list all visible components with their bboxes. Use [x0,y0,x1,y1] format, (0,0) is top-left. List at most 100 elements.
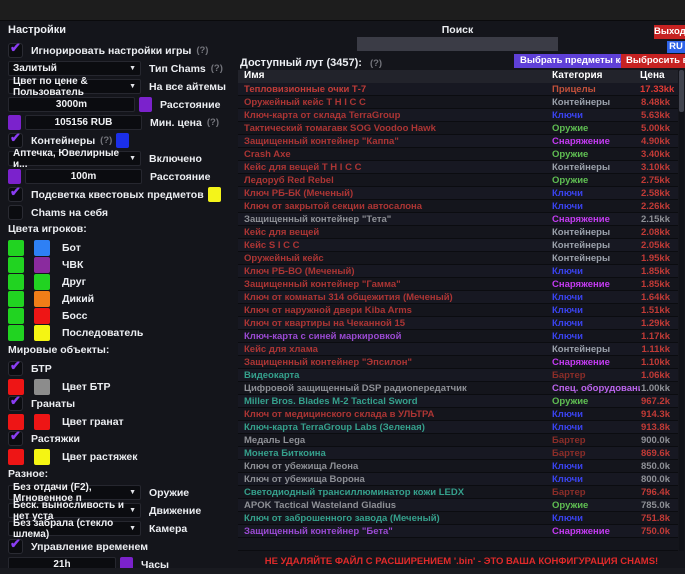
loot-row[interactable]: Защищенный контейнер "Каппа"Снаряжение4.… [238,135,678,148]
color-swatch-btr-color-2[interactable] [34,379,50,395]
loot-item-category: Контейнеры [552,253,640,264]
column-header-name[interactable]: Имя [238,70,552,83]
sidebar-row-bot: Бот [8,240,236,256]
color-swatch-tripwire-color-2[interactable] [34,449,50,465]
color-swatch-pmc-1[interactable] [8,257,24,273]
value-field-loot-distance[interactable]: 100m [25,169,142,184]
language-button[interactable]: RU [667,41,685,53]
color-swatch-quest-highlight[interactable] [208,187,221,202]
label-movement: Движение [149,505,201,517]
color-swatch-scav-1[interactable] [8,291,24,307]
color-swatch-follower-1[interactable] [8,325,24,341]
loot-row[interactable]: Кейс для вещей T H I C CКонтейнеры3.10kk [238,161,678,174]
loot-row[interactable]: Ключ от закрытой секции автосалонаКлючи2… [238,200,678,213]
loot-row[interactable]: Ключ РБ-БК (Меченый)Ключи2.58kk [238,187,678,200]
loot-row[interactable]: Ключ-карта от склада TerraGroupКлючи5.63… [238,109,678,122]
checkbox-btr[interactable] [8,361,23,376]
dropdown-weapon[interactable]: Без отдачи (F2), Мгновенное п▼ [8,485,141,500]
loot-row[interactable]: Ключ от наружной двери Kiba ArmsКлючи1.5… [238,304,678,317]
color-swatch-bot-2[interactable] [34,240,50,256]
loot-item-category: Бартер [552,487,640,498]
loot-row[interactable]: Защищенный контейнер "Эпсилон"Снаряжение… [238,356,678,369]
checkbox-quest-highlight[interactable] [8,187,23,202]
color-swatch-boss-2[interactable] [34,308,50,324]
loot-row[interactable]: Монета БиткоинаБартер869.6k [238,447,678,460]
loot-row[interactable]: Защищенный контейнер "Гамма"Снаряжение1.… [238,278,678,291]
dropdown-container-filter[interactable]: Аптечка, Ювелирные и...▼ [8,151,141,166]
column-header-price[interactable]: Цена [640,70,678,83]
loot-row[interactable]: APOK Tactical Wasteland GladiusОружие785… [238,499,678,512]
loot-row[interactable]: Ключ от заброшенного завода (Меченый)Клю… [238,512,678,525]
loot-item-name: Ключ-карта с синей маркировкой [238,331,552,342]
section-header-misc: Разное: [8,468,236,482]
loot-table-body: Тепловизионные очки Т-7Прицелы17.33kkОру… [238,83,678,551]
value-field-esp-distance[interactable]: 3000m [8,97,135,112]
loot-row[interactable]: Ключ-карта с синей маркировкойКлючи1.17k… [238,330,678,343]
dropdown-chams-type[interactable]: Залитый▼ [8,61,141,76]
column-header-category[interactable]: Категория [552,70,640,83]
exit-button[interactable]: Выход [654,25,685,39]
loot-row[interactable]: Тактический томагавк SOG Voodoo HawkОруж… [238,122,678,135]
dropdown-movement[interactable]: Беск. выносливость и нет уста▼ [8,503,141,518]
color-swatch-friend-2[interactable] [34,274,50,290]
checkbox-time-control[interactable] [8,539,23,554]
checkbox-tripwires[interactable] [8,431,23,446]
loot-row[interactable]: Защищенный контейнер "Тета"Снаряжение2.1… [238,213,678,226]
loot-row[interactable]: Crash AxeОружие3.40kk [238,148,678,161]
loot-row[interactable]: Ледоруб Red RebelОружие2.75kk [238,174,678,187]
color-swatch-containers[interactable] [116,133,129,148]
loot-row[interactable]: Тепловизионные очки Т-7Прицелы17.33kk [238,83,678,96]
dropdown-color-mode[interactable]: Цвет по цене & Пользователь▼ [8,79,141,94]
loot-row[interactable]: Медаль LegaБартер900.0k [238,434,678,447]
sidebar-row-movement: Беск. выносливость и нет уста▼ Движение [8,503,236,518]
checkbox-ignore-game-settings[interactable] [8,43,23,58]
color-swatch-grenade-color-2[interactable] [34,414,50,430]
search-input[interactable] [357,37,558,51]
color-swatch-boss-1[interactable] [8,308,24,324]
color-swatch-scav-2[interactable] [34,291,50,307]
loot-scrollbar-track[interactable] [679,70,684,551]
color-swatch-loot-distance[interactable] [8,169,21,184]
checkbox-grenades[interactable] [8,396,23,411]
loot-row[interactable]: Ключ от медицинского склада в УЛЬТРАКлюч… [238,408,678,421]
color-swatch-min-price[interactable] [8,115,21,130]
loot-item-category: Ключи [552,305,640,316]
loot-row[interactable]: Miller Bros. Blades M-2 Tactical SwordОр… [238,395,678,408]
loot-row[interactable]: Светодиодный трансиллюминатор кожи LEDXБ… [238,486,678,499]
loot-row[interactable]: Ключ-карта TerraGroup Labs (Зеленая)Ключ… [238,421,678,434]
loot-row[interactable]: Защищенный контейнер "Бета"Снаряжение750… [238,525,678,538]
loot-row[interactable]: Оружейный кейс T H I C CКонтейнеры8.48kk [238,96,678,109]
dropdown-camera[interactable]: Без забрала (стекло шлема)▼ [8,521,141,536]
loot-row[interactable]: ВидеокартаБартер1.06kk [238,369,678,382]
checkbox-chams-self[interactable] [8,205,23,220]
loot-row[interactable]: Кейс для вещейКонтейнеры2.08kk [238,226,678,239]
color-swatch-bot-1[interactable] [8,240,24,256]
loot-row[interactable]: Кейс для хламаКонтейнеры1.11kk [238,343,678,356]
loot-item-price: 4.90kk [640,136,670,147]
color-swatch-follower-2[interactable] [34,325,50,341]
loot-row[interactable]: Ключ от убежища ЛеонаКлючи850.0k [238,460,678,473]
loot-row[interactable]: Кейс S I C CКонтейнеры2.05kk [238,239,678,252]
sidebar-row-ignore-game-settings: Игнорировать настройки игры(?) [8,43,236,58]
value-field-min-price[interactable]: 105156 RUB [25,115,142,130]
loot-row[interactable]: Ключ от квартиры на Чеканной 15Ключи1.29… [238,317,678,330]
loot-row[interactable]: Цифровой защищенный DSP радиопередатчикС… [238,382,678,395]
loot-item-name: Ключ от закрытой секции автосалона [238,201,552,212]
loot-item-category: Ключи [552,318,640,329]
sidebar-row-btr: БТР [8,361,236,376]
loot-row[interactable] [238,538,678,551]
color-swatch-friend-1[interactable] [8,274,24,290]
loot-item-name: Защищенный контейнер "Тета" [238,214,552,225]
loot-row[interactable]: Ключ РБ-ВО (Меченый)Ключи1.85kk [238,265,678,278]
color-swatch-pmc-2[interactable] [34,257,50,273]
color-swatch-esp-distance[interactable] [139,97,152,112]
color-swatch-tripwire-color-1[interactable] [8,449,24,465]
loot-scrollbar-thumb[interactable] [679,70,684,112]
loot-row[interactable]: Ключ от комнаты 314 общежития (Меченый)К… [238,291,678,304]
checkbox-containers[interactable] [8,133,23,148]
loot-row[interactable]: Оружейный кейсКонтейнеры1.95kk [238,252,678,265]
drop-all-button[interactable]: Выбросить все [621,54,685,68]
loot-row[interactable]: Ключ от убежища ВоронаКлючи800.0k [238,473,678,486]
dropdown-value-camera: Без забрала (стекло шлема) [13,518,126,540]
chams-config-window: Настройки Игнорировать настройки игры(?)… [0,0,685,574]
